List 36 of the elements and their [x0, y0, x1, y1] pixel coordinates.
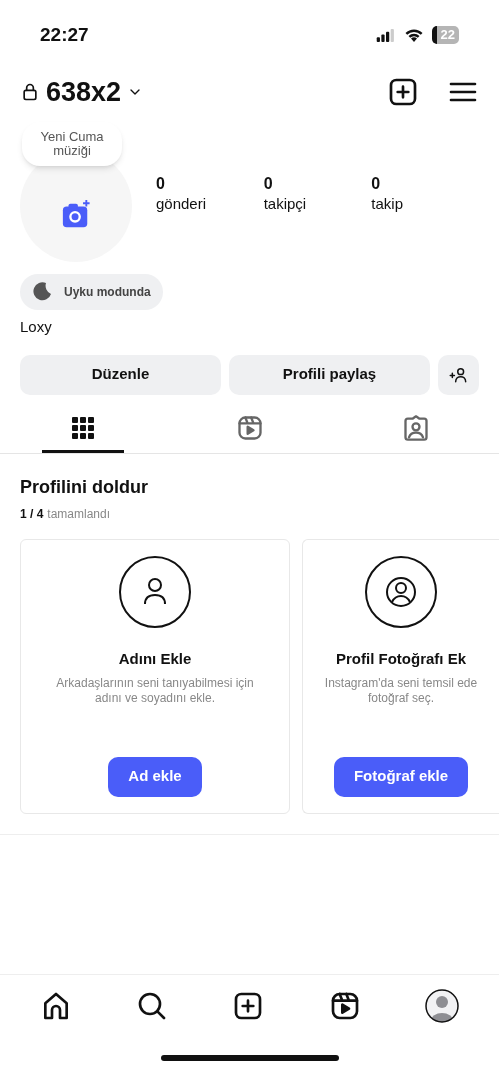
card-title: Adını Ekle [118, 648, 192, 669]
reels-icon [235, 414, 264, 442]
add-icon[interactable] [387, 76, 419, 108]
progress-count: 1 / 4 [20, 505, 44, 523]
clock: 22:27 [40, 22, 89, 47]
add-photo-icon [61, 199, 91, 229]
profile-action-button[interactable]: Düzenle [20, 354, 221, 395]
avatar-icon[interactable] [424, 988, 459, 1023]
stat-count: 0 [156, 174, 166, 194]
moon-icon [32, 282, 52, 302]
stat-label[interactable]: takipçi [263, 194, 372, 214]
username[interactable]: 638x2 [46, 71, 122, 113]
progress-label: tamamlandı [47, 505, 111, 523]
card-action-button[interactable]: Ad ekle [108, 756, 202, 797]
status-chip[interactable]: Uyku modunda [20, 274, 163, 310]
profile-circle-icon [365, 555, 437, 628]
wifi-icon [403, 28, 424, 42]
stat-count: 0 [371, 174, 382, 194]
profile-action-button[interactable]: Profili paylaş [229, 354, 430, 395]
lock-icon [20, 82, 40, 102]
stat-count: 0 [263, 174, 274, 194]
signal-icon [375, 28, 396, 42]
add-person-button[interactable] [438, 354, 479, 395]
battery-indicator: 22 [431, 26, 459, 44]
card-description: Instagram'da seni temsil ede fotoğraf seç. [323, 676, 479, 706]
card-title: Profil Fotoğrafı Ek [336, 648, 466, 669]
grid-icon [71, 416, 95, 440]
stat-label[interactable]: gönderi [156, 194, 264, 214]
tagged-person-icon [402, 414, 430, 442]
card-action-button[interactable]: Fotoğraf ekle [333, 756, 469, 797]
section-title: Profilini doldur [20, 475, 149, 499]
note-tooltip[interactable]: Yeni Cuma müziği [22, 122, 122, 166]
stat-label[interactable]: takip [371, 194, 479, 214]
person-icon [119, 555, 191, 628]
card-description: Arkadaşlarının seni tanıyabilmesi için adını ve soyadını ekle. [55, 676, 255, 706]
display-name: Loxy [20, 317, 53, 337]
